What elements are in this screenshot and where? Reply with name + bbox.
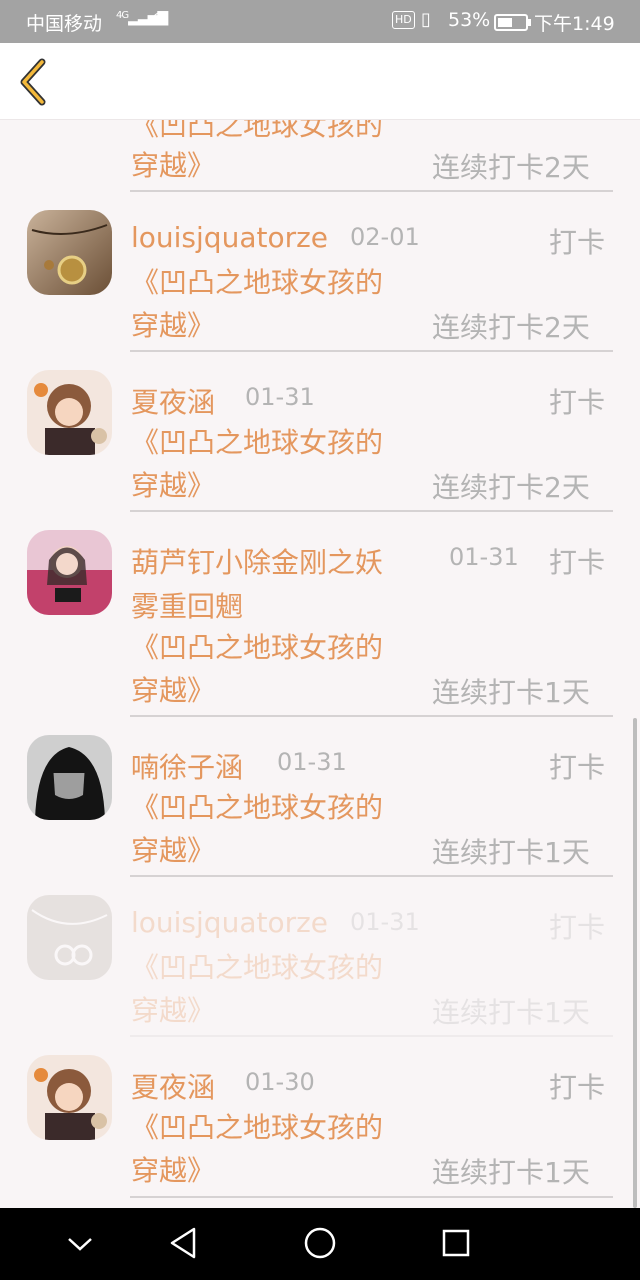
list-item[interactable]: 夏夜涵 01-30 打卡 《凹凸之地球女孩的 穿越》 连续打卡1天 — [0, 1038, 640, 1200]
book-title[interactable]: 《凹凸之地球女孩的 — [131, 786, 431, 829]
home-circle-icon[interactable] — [303, 1226, 337, 1260]
streak-label: 连续打卡1天 — [432, 1156, 590, 1189]
book-title[interactable]: 《凹凸之地球女孩的 — [131, 421, 431, 464]
checkin-date: 02-01 — [350, 223, 420, 251]
avatar[interactable] — [27, 895, 112, 980]
streak-label: 连续打卡2天 — [432, 151, 590, 184]
chevron-down-icon[interactable] — [66, 1234, 94, 1254]
checkin-date: 01-30 — [245, 1068, 315, 1096]
checkin-date: 01-31 — [350, 908, 420, 936]
scrollbar[interactable] — [633, 718, 637, 1208]
divider — [130, 1035, 613, 1037]
checkin-action: 打卡 — [549, 1071, 606, 1104]
avatar[interactable] — [27, 370, 112, 455]
list-item[interactable]: 夏夜涵 01-31 打卡 《凹凸之地球女孩的 穿越》 连续打卡2天 — [0, 353, 640, 513]
book-title[interactable]: 《凹凸之地球女孩的 — [131, 626, 431, 669]
avatar[interactable] — [27, 530, 112, 615]
book-title-line2[interactable]: 穿越》 — [131, 304, 431, 347]
book-title-line2[interactable]: 穿越》 — [131, 1149, 431, 1192]
checkin-action: 打卡 — [549, 226, 606, 259]
book-title-line2[interactable]: 穿越》 — [131, 829, 431, 872]
list-item[interactable]: louisjquatorze 02-01 打卡 《凹凸之地球女孩的 穿越》 连续… — [0, 193, 640, 353]
recents-square-icon[interactable] — [441, 1228, 471, 1258]
divider — [130, 875, 613, 877]
user-name-line2[interactable]: 雾重回魍 — [131, 585, 243, 625]
streak-label: 连续打卡2天 — [432, 311, 590, 344]
status-bar: 中国移动 4G▂▃▅▇ ◠ HD ▯ 53% 下午1:49 — [0, 0, 640, 43]
book-title[interactable]: 《凹凸之地球女孩的 — [131, 261, 431, 304]
avatar[interactable] — [27, 210, 112, 295]
carrier-label: 中国移动 — [26, 13, 103, 35]
back-button[interactable] — [14, 57, 54, 107]
battery-percent: 53% — [448, 9, 491, 31]
divider — [130, 510, 613, 512]
user-name[interactable]: 夏夜涵 — [131, 381, 215, 421]
streak-label: 连续打卡1天 — [432, 836, 590, 869]
avatar[interactable] — [27, 1055, 112, 1140]
network-type: 4G — [116, 10, 129, 21]
book-title-line2[interactable]: 穿越》 — [131, 669, 431, 712]
user-name[interactable]: 葫芦钉小除金刚之妖 — [131, 541, 383, 581]
divider — [130, 350, 613, 352]
book-title[interactable]: 《凹凸之地球女孩的 — [131, 946, 431, 989]
checkin-action: 打卡 — [549, 386, 606, 419]
checkin-action: 打卡 — [549, 751, 606, 784]
user-name[interactable]: louisjquatorze — [131, 906, 328, 939]
divider — [130, 715, 613, 717]
divider — [130, 1196, 613, 1198]
list-item[interactable]: louisjquatorze 01-31 打卡 《凹凸之地球女孩的 穿越》 连续… — [0, 878, 640, 1038]
clock: 下午1:49 — [534, 13, 615, 35]
streak-label: 连续打卡1天 — [432, 676, 590, 709]
streak-label: 连续打卡2天 — [432, 471, 590, 504]
user-name[interactable]: 夏夜涵 — [131, 1066, 215, 1106]
wifi-icon: ◠ — [152, 8, 168, 29]
book-title-line2[interactable]: 穿越》 — [131, 989, 431, 1032]
chevron-left-icon — [20, 58, 46, 106]
checkin-date: 01-31 — [245, 383, 315, 411]
battery-icon — [494, 14, 531, 31]
avatar[interactable] — [27, 735, 112, 820]
checkin-list[interactable]: 《凹凸之地球女孩的 穿越》 连续打卡2天 louisjquatorze 02-0… — [0, 0, 640, 1208]
list-item[interactable]: 葫芦钉小除金刚之妖 雾重回魍 01-31 打卡 《凹凸之地球女孩的 穿越》 连续… — [0, 513, 640, 718]
user-name[interactable]: 喃徐子涵 — [131, 746, 243, 786]
app-header — [0, 43, 640, 120]
back-triangle-icon[interactable] — [168, 1226, 198, 1260]
book-title[interactable]: 《凹凸之地球女孩的 — [131, 1106, 431, 1149]
hd-badge: HD — [392, 11, 415, 29]
book-title-line2: 穿越》 — [131, 149, 216, 182]
book-title-line2[interactable]: 穿越》 — [131, 464, 431, 507]
user-name[interactable]: louisjquatorze — [131, 221, 328, 254]
streak-label: 连续打卡1天 — [432, 996, 590, 1029]
system-nav-bar — [0, 1208, 640, 1280]
checkin-action: 打卡 — [549, 546, 606, 579]
checkin-date: 01-31 — [449, 543, 519, 571]
vibrate-icon: ▯ — [421, 9, 431, 30]
divider — [130, 190, 613, 192]
checkin-date: 01-31 — [277, 748, 347, 776]
checkin-action: 打卡 — [549, 911, 606, 944]
list-item[interactable]: 喃徐子涵 01-31 打卡 《凹凸之地球女孩的 穿越》 连续打卡1天 — [0, 718, 640, 878]
